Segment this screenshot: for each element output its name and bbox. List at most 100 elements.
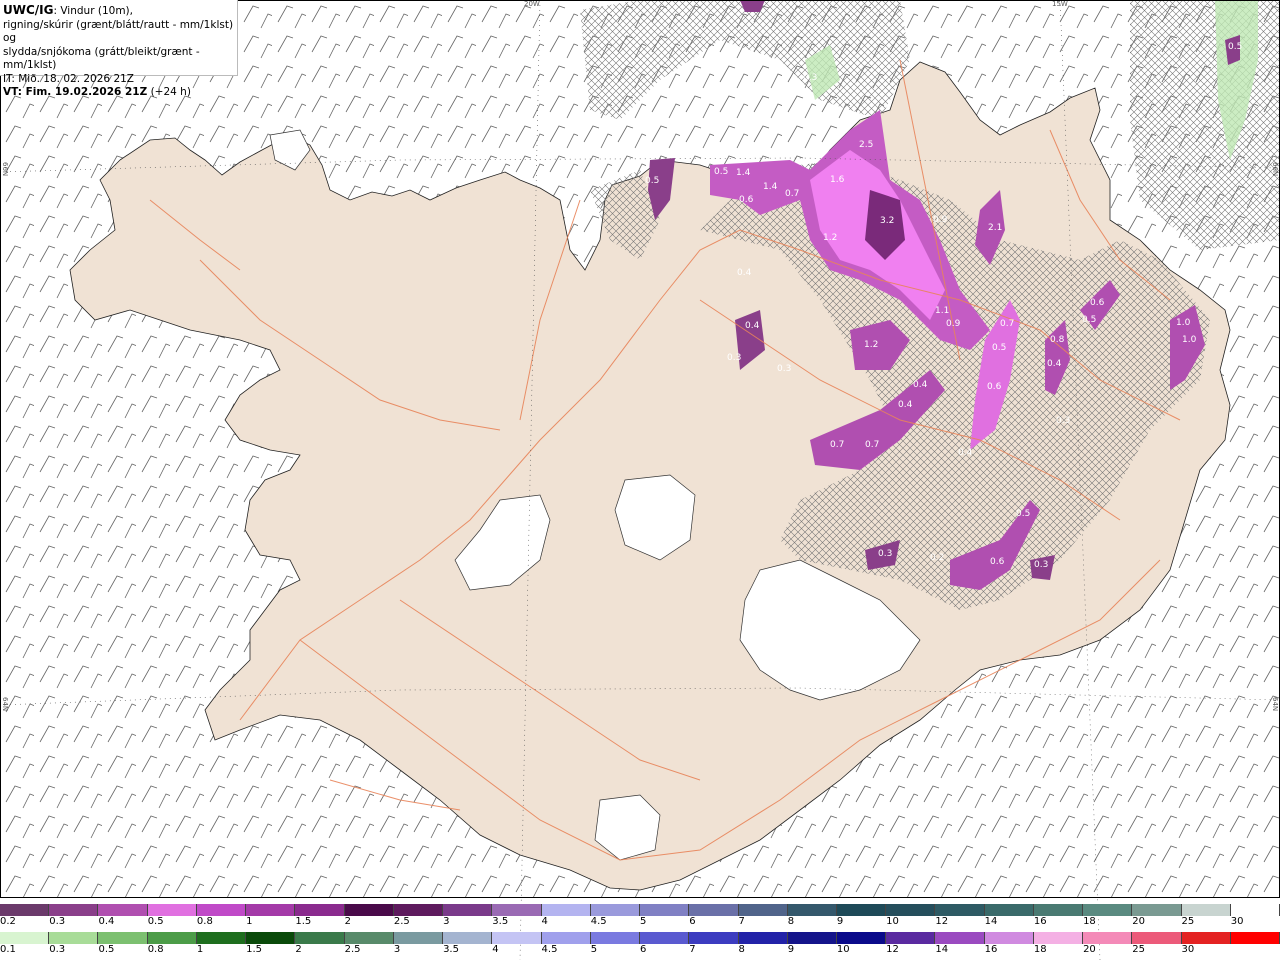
colorbar-tick-label: 10: [886, 916, 899, 927]
colorbar-swatch: [1083, 932, 1133, 944]
weather-map: 2.5 3.2 1.6 1.2 1.2 1.1 0.9 0.9 0.7 0.7 …: [0, 0, 1280, 960]
precip-label: 0.9: [946, 319, 961, 329]
colorbar-snow-labels: 0.2 0.3 0.4 0.5 0.8 1 1.5 2 2.5 3 3.5 4 4.5 5 6 7 8 9 10 12…: [0, 916, 1280, 928]
colorbar-tick-label: 2: [344, 916, 351, 927]
colorbar-tick-label: 2.5: [393, 916, 410, 927]
colorbar-tick-label: 30: [1230, 916, 1244, 927]
colorbar-swatch: [787, 904, 837, 916]
precip-label: 1.0: [1176, 318, 1191, 328]
colorbar-tick-label: 18: [1033, 944, 1047, 955]
colorbar-tick-label: 1.5: [295, 916, 312, 927]
colorbar-tick-label: 4: [492, 944, 499, 955]
colorbar-swatch: [738, 932, 788, 944]
colorbar-swatch: [443, 904, 493, 916]
colorbar-swatch: [886, 904, 936, 916]
colorbar-tick-label: 0.5: [98, 944, 115, 955]
precip-label: 0.5: [1082, 315, 1096, 325]
precip-label: 0.3: [777, 364, 791, 374]
precip-label: 1.2: [864, 340, 878, 350]
header-line2: rigning/skúrir (grænt/blátt/rautt - mm/1…: [3, 18, 234, 45]
precip-label: 0.6: [987, 382, 1002, 392]
precip-label: 1.4: [736, 168, 751, 178]
colorbar-tick-label: 12: [886, 944, 899, 955]
colorbar-swatch: [49, 932, 99, 944]
lat-label-66n-right: 66N: [1271, 162, 1279, 177]
colorbar-rain-labels: 0.1 0.3 0.5 0.8 1 1.5 2 2.5 3 3.5 4 4.5 5 6 7 8 9 10 12 14 1…: [0, 944, 1280, 956]
colorbar-swatch: [590, 932, 641, 944]
colorbar-tick-label: 0.8: [196, 916, 213, 927]
precip-label: 0.4: [737, 268, 752, 278]
colorbar-tick-label: 0.4: [98, 916, 115, 927]
colorbar-tick-label: 1.5: [246, 944, 263, 955]
colorbar-tick-label: 0.5: [147, 916, 164, 927]
precip-label: 0.6: [1090, 298, 1105, 308]
colorbar-swatch: [886, 932, 936, 944]
colorbar-swatch: [0, 904, 50, 916]
colorbar-tick-label: 6: [640, 944, 647, 955]
map-info-box: UWC/IG: Vindur (10m), rigning/skúrir (gr…: [0, 0, 238, 98]
colorbar-tick-label: 4.5: [541, 944, 558, 955]
precip-label: 0.2: [930, 553, 944, 563]
colorbar-tick-label: 5: [640, 916, 647, 927]
colorbar-swatch: [196, 904, 247, 916]
colorbar-swatch: [689, 904, 739, 916]
colorbar-swatch: [98, 904, 148, 916]
colorbar-tick-label: 0.1: [0, 944, 16, 955]
colorbar-swatch: [246, 932, 296, 944]
colorbar-swatch: [640, 932, 690, 944]
precip-label: 1.0: [1182, 335, 1197, 345]
colorbar-swatch: [787, 932, 837, 944]
colorbar-swatch: [492, 932, 542, 944]
precip-label: 0.5: [645, 176, 659, 186]
colorbar-swatch: [984, 904, 1034, 916]
colorbar-tick-label: 2: [295, 944, 302, 955]
model-name: UWC/IG: [3, 3, 54, 17]
valid-time: VT: Fim. 19.02.2026 21Z: [3, 86, 148, 98]
precip-label: 1.6: [830, 175, 845, 185]
colorbar-swatch: [836, 904, 887, 916]
header-line3: slydda/snjókoma (grátt/bleikt/grænt - mm…: [3, 45, 200, 72]
colorbar-tick-label: 4: [541, 916, 548, 927]
colorbar-tick-label: 12: [935, 916, 949, 927]
colorbar-tick-label: 7: [689, 944, 696, 955]
colorbar-swatch: [147, 932, 197, 944]
colorbar-tick-label: 3: [443, 916, 450, 927]
lat-label-64n-right: 64N: [1271, 697, 1279, 712]
colorbar-tick-label: 8: [787, 916, 795, 927]
colorbar-swatch: [1230, 932, 1280, 944]
colorbar-tick-label: 18: [1083, 916, 1096, 927]
colorbar-swatch: [1181, 904, 1231, 916]
colorbar-swatch: [1181, 932, 1231, 944]
colorbar-swatch: [1033, 904, 1084, 916]
precip-label: 0.5: [1228, 42, 1242, 52]
colorbar-swatch: [1132, 932, 1182, 944]
colorbar-tick-label: 4.5: [590, 916, 607, 927]
colorbar-swatch: [0, 932, 50, 944]
colorbar-swatch: [935, 932, 985, 944]
lat-label-66n-left: 66N: [1, 162, 9, 177]
forecast-offset: (+24 h): [147, 86, 191, 98]
colorbar-swatch: [443, 932, 493, 944]
colorbar-tick-label: 5: [590, 944, 598, 955]
colorbar-swatch: [196, 932, 247, 944]
colorbar-tick-label: 14: [984, 916, 998, 927]
colorbar-rain: 0.1 0.3 0.5 0.8 1 1.5 2 2.5 3 3.5 4 4.5 5 6 7 8 9 10 12 14 1…: [0, 932, 1280, 956]
colorbar-swatch: [344, 932, 394, 944]
colorbar-swatch: [836, 932, 887, 944]
precip-label: 1.2: [823, 233, 837, 243]
colorbar-tick-label: 9: [787, 944, 795, 955]
precip-label: 0.7: [830, 440, 844, 450]
colorbar-tick-label: 2.5: [344, 944, 361, 955]
lat-label-64n-left: 64N: [1, 697, 9, 712]
header-line1: : Vindur (10m),: [53, 5, 133, 17]
colorbar-swatch: [1033, 932, 1084, 944]
colorbar-tick-label: 0.3: [49, 944, 66, 955]
precip-label: 0.7: [785, 189, 799, 199]
precip-label: 2.1: [988, 223, 1002, 233]
colorbar-tick-label: 3.5: [492, 916, 509, 927]
precip-label: 0.9: [933, 215, 948, 225]
precip-label: 0.3: [803, 73, 817, 83]
lon-label-20w: 20W: [524, 0, 540, 8]
colorbar-swatch: [344, 904, 394, 916]
precip-label: 0.4: [913, 380, 928, 390]
